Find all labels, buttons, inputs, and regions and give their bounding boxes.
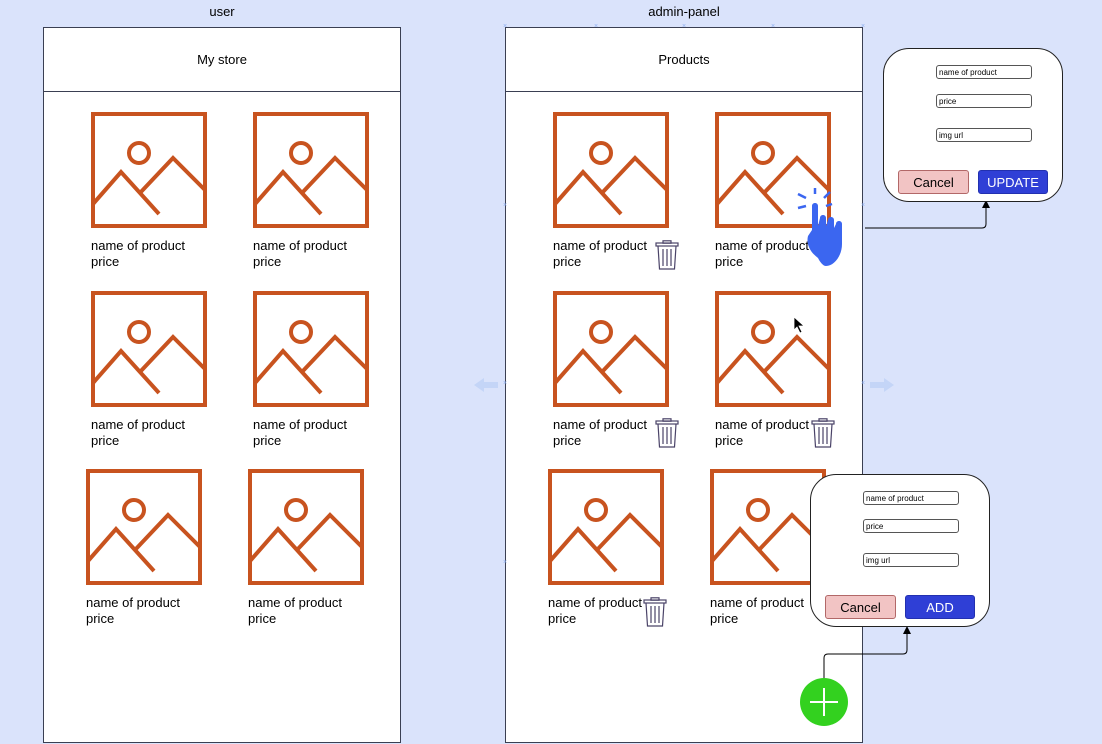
page-title: Products [658,52,710,67]
image-placeholder-icon [253,291,369,407]
product-name: name of product [553,417,647,432]
product-card[interactable]: name of product price [553,291,671,449]
product-card[interactable]: name of product price [91,291,209,449]
product-name: name of product [553,238,647,253]
product-card[interactable]: name of product price [86,469,204,627]
product-price: price [253,254,282,269]
add-product-popup: name of product price img url Cancel ADD [810,474,990,627]
selection-handle[interactable]: × [860,23,866,30]
image-placeholder-icon [253,112,369,228]
trash-icon[interactable] [655,418,679,448]
product-card[interactable]: name of product price [253,291,371,449]
selection-handle[interactable]: × [502,202,508,209]
product-name: name of product [248,595,342,610]
mouse-cursor-icon [793,316,805,334]
hand-pointer-icon [797,188,842,266]
product-name-input[interactable]: name of product [936,65,1032,79]
image-placeholder-icon [710,469,826,585]
cancel-button[interactable]: Cancel [825,595,896,619]
admin-header: Products [506,28,862,92]
price-input[interactable]: price [863,519,959,533]
trash-icon[interactable] [811,418,835,448]
image-placeholder-icon [248,469,364,585]
selection-handle[interactable]: × [502,559,508,566]
selection-handle[interactable]: × [860,202,866,209]
product-card[interactable]: name of product price [253,112,371,270]
selection-handle[interactable]: × [502,23,508,30]
product-price: price [710,611,739,626]
product-card[interactable]: name of product price [248,469,366,627]
product-name: name of product [253,238,347,253]
product-card[interactable]: name of product price [553,112,671,270]
selection-handle[interactable]: × [770,23,776,30]
selection-handle[interactable]: × [681,23,687,30]
image-placeholder-icon [553,112,669,228]
selection-handle[interactable]: × [593,23,599,30]
product-name: name of product [91,417,185,432]
product-price: price [91,254,120,269]
user-frame-label: user [209,4,235,19]
product-price: price [248,611,277,626]
trash-icon[interactable] [643,597,667,627]
add-fab-button[interactable] [798,676,850,728]
resize-arrow-left-icon[interactable] [474,378,498,392]
product-name: name of product [253,417,347,432]
image-placeholder-icon [548,469,664,585]
admin-frame-label: admin-panel [648,4,720,19]
product-name-input[interactable]: name of product [863,491,959,505]
image-placeholder-icon [91,291,207,407]
selection-handle[interactable]: × [860,380,866,387]
product-price: price [253,433,282,448]
img-url-input[interactable]: img url [863,553,959,567]
image-placeholder-icon [715,291,831,407]
product-price: price [553,433,582,448]
price-input[interactable]: price [936,94,1032,108]
product-name: name of product [91,238,185,253]
update-button[interactable]: UPDATE [978,170,1048,194]
product-card[interactable]: name of product price [91,112,209,270]
add-button[interactable]: ADD [905,595,975,619]
product-name: name of product [86,595,180,610]
user-header: My store [44,28,400,92]
trash-icon[interactable] [655,240,679,270]
resize-arrow-right-icon[interactable] [870,378,894,392]
product-price: price [91,433,120,448]
image-placeholder-icon [91,112,207,228]
product-price: price [86,611,115,626]
product-price: price [553,254,582,269]
cancel-button[interactable]: Cancel [898,170,969,194]
page-title: My store [197,52,247,67]
img-url-input[interactable]: img url [936,128,1032,142]
image-placeholder-icon [86,469,202,585]
update-product-popup: name of product price img url Cancel UPD… [883,48,1063,202]
image-placeholder-icon [553,291,669,407]
selection-handle[interactable]: × [502,380,508,387]
